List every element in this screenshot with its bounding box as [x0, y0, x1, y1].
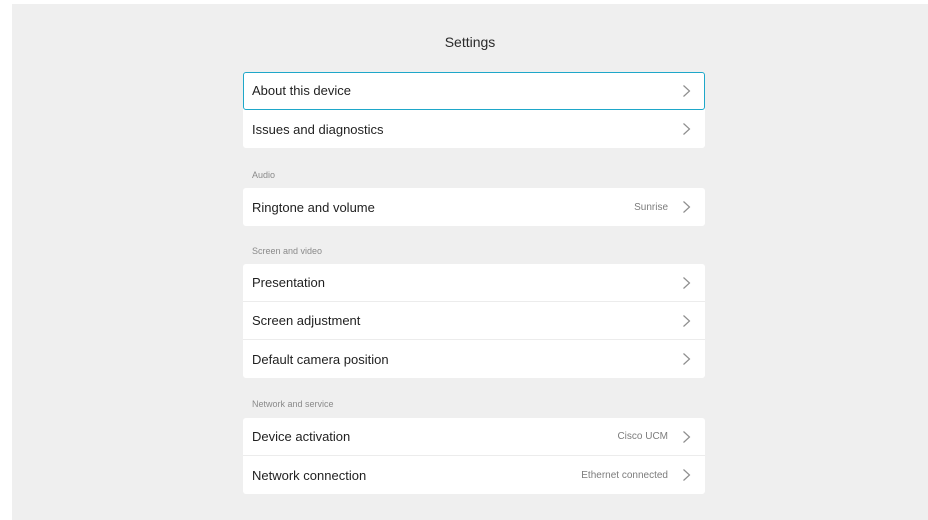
chevron-right-icon	[683, 201, 691, 213]
chevron-right-icon	[683, 353, 691, 365]
screen-and-video-group: Presentation Screen adjustment Default c…	[243, 264, 705, 378]
item-label: Screen adjustment	[252, 313, 361, 328]
device-activation-item[interactable]: Device activation Cisco UCM	[243, 418, 705, 456]
chevron-right-icon	[683, 469, 691, 481]
settings-panel: Settings About this device Issues and di…	[12, 4, 928, 520]
item-label: Presentation	[252, 275, 325, 290]
screen-adjustment-item[interactable]: Screen adjustment	[243, 302, 705, 340]
chevron-right-icon	[683, 314, 691, 327]
chevron-right-icon	[683, 123, 691, 135]
issues-and-diagnostics-item[interactable]: Issues and diagnostics	[243, 110, 705, 148]
item-value: Sunrise	[634, 201, 668, 213]
general-group: About this device Issues and diagnostics	[243, 72, 705, 148]
audio-group: Ringtone and volume Sunrise	[243, 188, 705, 226]
section-title-network-and-service: Network and service	[252, 399, 334, 409]
page-title: Settings	[444, 34, 496, 50]
section-title-audio: Audio	[252, 170, 276, 180]
default-camera-position-item[interactable]: Default camera position	[243, 340, 705, 378]
item-label: Network connection	[252, 467, 367, 483]
item-value: Ethernet connected	[581, 469, 668, 481]
network-connection-item[interactable]: Network connection Ethernet connected	[243, 456, 705, 494]
chevron-right-icon	[683, 276, 691, 289]
item-label: About this device	[252, 83, 352, 98]
presentation-item[interactable]: Presentation	[243, 264, 705, 302]
item-label: Issues and diagnostics	[252, 121, 384, 137]
item-label: Ringtone and volume	[252, 199, 375, 215]
chevron-right-icon	[683, 430, 691, 443]
network-and-service-group: Device activation Cisco UCM Network conn…	[243, 418, 705, 494]
ringtone-and-volume-item[interactable]: Ringtone and volume Sunrise	[243, 188, 705, 226]
about-this-device-item[interactable]: About this device	[243, 72, 705, 110]
item-label: Device activation	[252, 429, 351, 444]
section-title-screen-and-video: Screen and video	[252, 246, 323, 256]
item-label: Default camera position	[252, 351, 389, 367]
item-value: Cisco UCM	[617, 431, 668, 442]
chevron-right-icon	[683, 84, 691, 97]
